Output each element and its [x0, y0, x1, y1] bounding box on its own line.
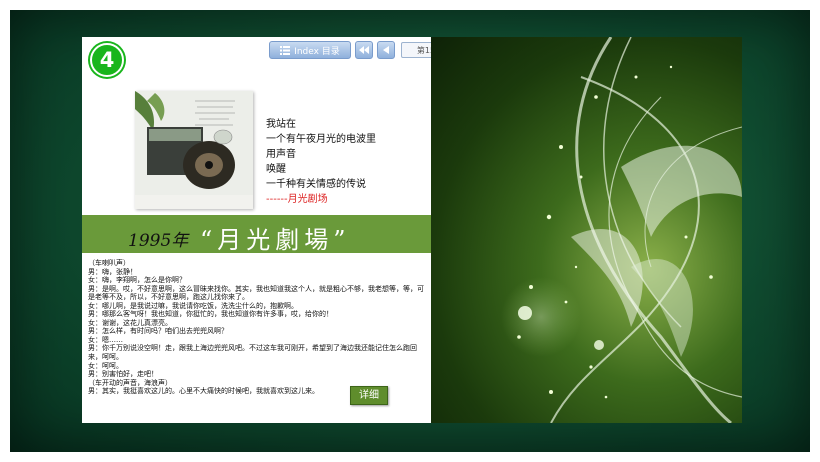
dialogue-line: 女：呵呵。	[88, 361, 123, 370]
prev-page-button[interactable]	[377, 41, 395, 59]
flipbook: 4 Index 目录 第15页 我站在 一个有午夜月光的电波里 用声音 唤醒 一…	[82, 37, 742, 423]
double-left-arrow-icon	[359, 46, 369, 54]
details-button[interactable]: 详细	[350, 386, 388, 405]
first-page-button[interactable]	[355, 41, 373, 59]
poem: 我站在 一个有午夜月光的电波里 用声音 唤醒 一千种有关情感的传说 ------…	[266, 117, 376, 207]
list-icon	[280, 45, 291, 55]
dialogue-line: 男：哪那么客气呀！我也知道，你挺忙的，我也知道你有许多事，哎，给你的！	[88, 310, 333, 319]
right-page-artwork	[431, 37, 742, 423]
poem-line: 我站在	[266, 119, 296, 130]
photo-illustration	[135, 91, 253, 209]
banner-year: 1995年	[128, 231, 189, 251]
poem-line: 一个有午夜月光的电波里	[266, 134, 376, 145]
banner-title: “月光劇場”	[200, 226, 351, 254]
dialogue-line: 男：别害怕好，走吧！	[88, 370, 158, 379]
title-banner: 1995年 “月光劇場”	[82, 215, 431, 254]
dialogue-line: 男：你千万别说没空啊！走，跟我上海边兜兜风吧。不过这车我可刚开，希望到了海边我还…	[88, 344, 417, 362]
left-arrow-icon	[383, 46, 389, 54]
dialogue-line: 男：嗨，张静！	[88, 267, 137, 276]
poem-signature: ------月光剧场	[266, 194, 328, 205]
index-label: Index 目录	[294, 46, 340, 57]
poem-line: 一千种有关情感的传说	[266, 179, 366, 190]
index-button[interactable]: Index 目录	[269, 41, 351, 59]
poem-line: 唤醒	[266, 164, 286, 175]
dialogue-line: 女：哪儿啊，是我说过嘛，我说请你吃饭，洗洗尘什么的，抱歉啊。	[88, 301, 298, 310]
dialogue-line: 男：是啊。哎，不好意思啊，这么冒昧来找你。其实，我也知道我这个人，就是粗心不够，…	[88, 284, 424, 302]
abstract-art	[501, 37, 742, 423]
dialogue-line: 男：怎么样，有时间吗？咱们出去兜兜风啊？	[88, 327, 228, 336]
left-page: 4 Index 目录 第15页 我站在 一个有午夜月光的电波里 用声音 唤醒 一…	[82, 37, 527, 423]
photo-art	[135, 91, 253, 209]
dialogue-line: 女：嗨，李翔啊，怎么是你啊？	[88, 276, 186, 285]
poem-line: 用声音	[266, 149, 296, 160]
page-number-badge: 4	[90, 43, 124, 77]
dialogue-line: （车喇叭声）	[88, 259, 130, 267]
dialogue-text: （车喇叭声） 男：嗨，张静！ 女：嗨，李翔啊，怎么是你啊？ 男：是啊。哎，不好意…	[88, 259, 426, 396]
